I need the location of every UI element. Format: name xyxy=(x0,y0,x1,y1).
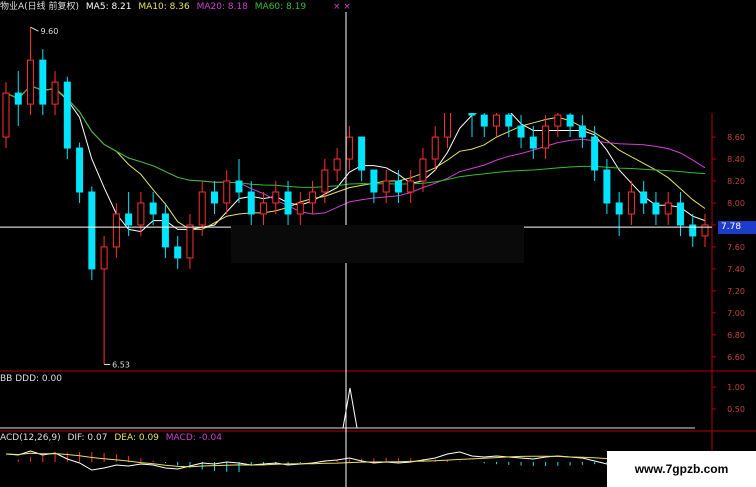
candle-body xyxy=(76,147,84,193)
candle-body xyxy=(198,191,206,226)
low-label: 6.53 xyxy=(112,361,130,370)
candle-body xyxy=(149,202,157,215)
tick-label: 7.60 xyxy=(727,243,745,252)
candle-body xyxy=(603,169,611,204)
candle-body xyxy=(394,180,402,193)
candle-body xyxy=(542,125,550,149)
price-legend: 物业A(日线 前复权) MA5: 8.21 MA10: 8.36 MA20: 8… xyxy=(0,2,355,13)
candle-body xyxy=(125,213,133,226)
candle-body xyxy=(578,125,586,138)
candle-body xyxy=(88,191,96,270)
candle-body xyxy=(431,136,439,160)
candle-body xyxy=(210,191,218,204)
occluded-region-mid xyxy=(231,225,524,263)
candle-body xyxy=(419,158,427,182)
candle-body xyxy=(333,158,341,171)
high-label: 9.60 xyxy=(41,27,59,36)
candle-body xyxy=(186,224,194,259)
candle-body xyxy=(309,191,317,204)
candle-body xyxy=(260,202,268,215)
bb-legend: BB DDD: 0.00 xyxy=(0,374,66,385)
macd-name: ACD(12,26,9) xyxy=(0,433,61,443)
dea-line xyxy=(5,452,706,468)
candle-body xyxy=(235,180,243,193)
candle-body xyxy=(296,202,304,215)
tick-label: 7.00 xyxy=(727,309,745,318)
candle-body xyxy=(689,224,697,237)
occluded-region-top xyxy=(428,0,756,113)
candle-body xyxy=(615,202,623,215)
high-pointer xyxy=(30,26,39,32)
candle-body xyxy=(664,202,672,215)
tick-label: 6.60 xyxy=(727,353,745,362)
ma20-legend: MA20: 8.18 xyxy=(196,2,248,12)
candle-body xyxy=(321,169,329,193)
price-axis-ticks: 8.608.408.208.007.807.607.407.207.006.80… xyxy=(712,133,745,362)
candle-body xyxy=(676,202,684,226)
candle-body xyxy=(493,114,501,127)
candle-body xyxy=(480,114,488,127)
tick-label: 8.00 xyxy=(727,199,745,208)
macd-indicator-panel xyxy=(5,450,706,472)
candle-body xyxy=(14,92,22,105)
candle-body xyxy=(627,191,635,215)
dif-line xyxy=(5,450,706,471)
candle-body xyxy=(174,246,182,259)
candle-body xyxy=(27,59,35,105)
tick-label: 8.20 xyxy=(727,177,745,186)
bb-spike xyxy=(342,387,358,429)
candle-body xyxy=(2,92,10,138)
candle-body xyxy=(272,191,280,204)
candle-body xyxy=(554,114,562,127)
tick-label: 6.80 xyxy=(727,331,745,340)
ma10-legend: MA10: 8.36 xyxy=(138,2,190,12)
tick-label: 8.40 xyxy=(727,155,745,164)
candle-body xyxy=(100,246,108,270)
marker-glyphs: × × xyxy=(332,2,351,12)
macd-legend: ACD(12,26,9) DIF: 0.07 DEA: 0.09 MACD: -… xyxy=(0,433,226,444)
candle-body xyxy=(112,213,120,248)
watermark: www.7gpzb.com xyxy=(607,451,756,487)
current-price-label: 7.78 xyxy=(718,221,756,235)
candle-body xyxy=(247,191,255,215)
stock-name: 物业A(日线 前复权) xyxy=(0,2,80,12)
candle-body xyxy=(51,81,59,105)
tick-label: 8.60 xyxy=(727,133,745,142)
macd-dea: DEA: 0.09 xyxy=(114,433,159,443)
tick-label: 1.00 xyxy=(727,383,745,392)
candle-body xyxy=(63,81,71,149)
tick-label: 7.20 xyxy=(727,287,745,296)
bb-indicator-panel: 1.00 0.50 xyxy=(0,383,745,429)
candle-body xyxy=(284,191,292,215)
macd-value: MACD: -0.04 xyxy=(165,433,222,443)
candle-body xyxy=(345,136,353,160)
tick-label: 0.50 xyxy=(727,405,745,414)
candle-body xyxy=(407,180,415,193)
candle-body xyxy=(358,136,366,171)
candle-body xyxy=(137,202,145,226)
candle-body xyxy=(39,59,47,105)
candle-body xyxy=(529,136,537,149)
candle-body xyxy=(591,136,599,171)
tick-label: 7.40 xyxy=(727,265,745,274)
candle-body xyxy=(223,180,231,204)
candle-body xyxy=(701,224,709,237)
candle-body xyxy=(370,169,378,193)
candle-body xyxy=(161,213,169,248)
ma60-legend: MA60: 8.19 xyxy=(254,2,307,12)
ma5-legend: MA5: 8.21 xyxy=(85,2,132,12)
candle-body xyxy=(652,202,660,215)
candle-body xyxy=(517,125,525,138)
candle-body xyxy=(382,180,390,193)
candle-body xyxy=(640,191,648,204)
candle-body xyxy=(505,114,513,127)
macd-dif: DIF: 0.07 xyxy=(67,433,108,443)
bb-legend-text: BB DDD: 0.00 xyxy=(0,374,62,384)
candle-body xyxy=(566,114,574,127)
